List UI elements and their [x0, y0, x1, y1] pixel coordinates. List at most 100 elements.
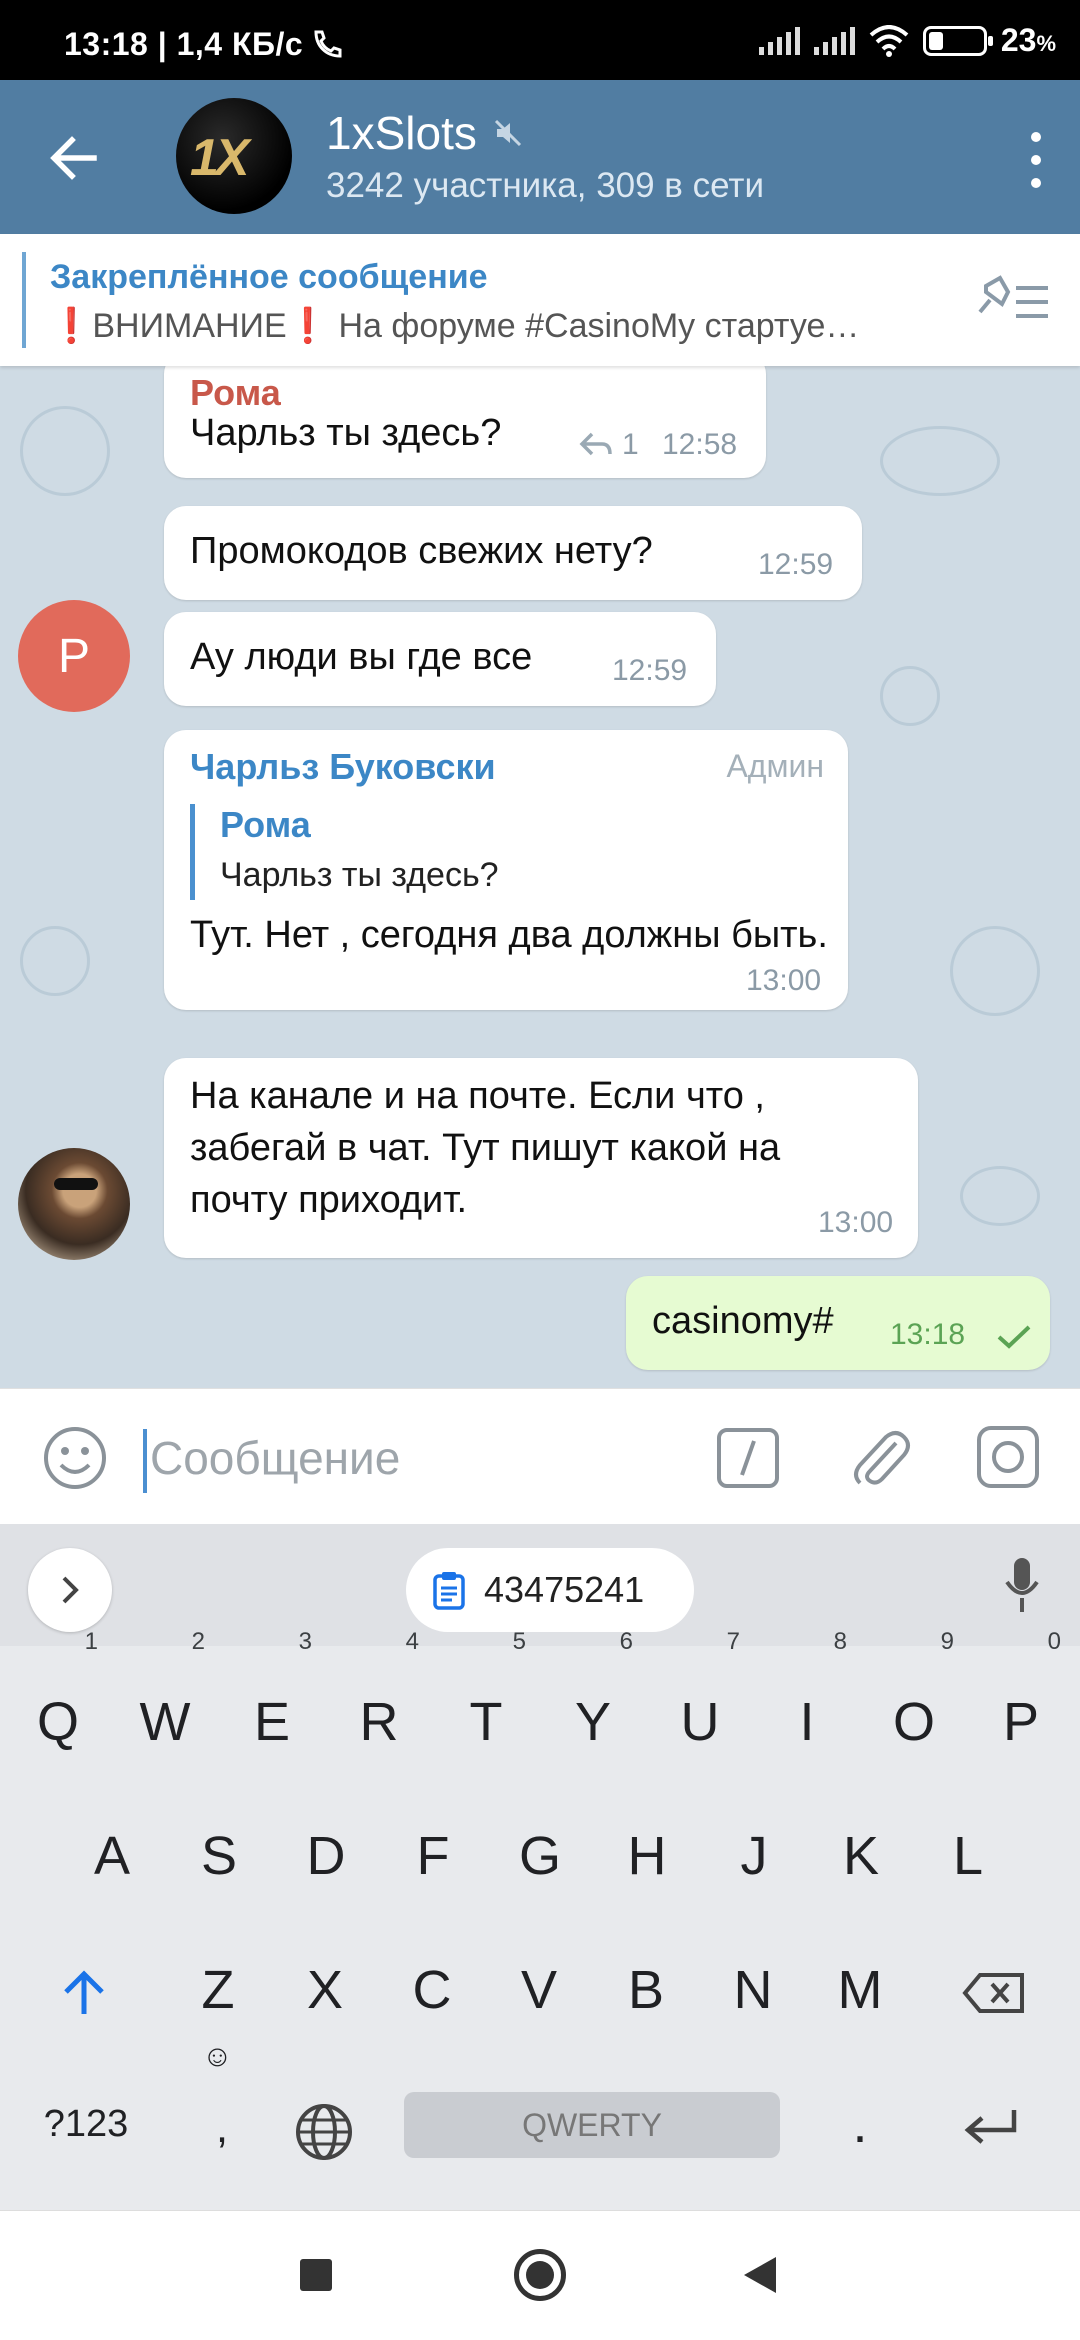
message-text: Чарльз ты здесь?: [190, 412, 502, 454]
system-nav-bar: [0, 2210, 1080, 2340]
bot-commands-icon[interactable]: [716, 1427, 780, 1489]
keyboard-row-3: ZXCVBNM: [0, 1930, 1080, 2050]
battery-icon: [922, 25, 993, 56]
symbols-key[interactable]: ?123: [36, 2064, 136, 2184]
quoted-sender: Рома: [220, 804, 311, 845]
globe-icon[interactable]: [294, 2102, 354, 2162]
signal-icon-2: [813, 26, 855, 55]
space-bar[interactable]: QWERTY: [404, 2092, 780, 2158]
clipboard-suggestion-chip[interactable]: 43475241: [406, 1548, 694, 1632]
group-avatar-text: 1X: [190, 129, 250, 187]
background-doodle: [20, 926, 90, 996]
key-c[interactable]: C: [382, 1930, 482, 2050]
background-doodle: [20, 406, 110, 496]
key-o[interactable]: O9: [864, 1628, 964, 1782]
emoji-comma-key[interactable]: ☺ ,: [172, 2040, 272, 2184]
keyboard-row-4: ?123 ☺ , QWERTY .: [0, 2040, 1080, 2184]
message-bubble[interactable]: Рома Чарльз ты здесь? 1 12:58: [164, 366, 766, 478]
key-b[interactable]: B: [596, 1930, 696, 2050]
quote-bar: [190, 804, 195, 900]
muted-speaker-icon: [494, 119, 521, 147]
keyboard: 43475241 Q1W2E3R4T5Y6U7I8O9P0 ASDFGHJKL …: [0, 1524, 1080, 2210]
message-time: 12:59: [758, 548, 834, 581]
pinned-title: Закреплённое сообщение: [50, 258, 488, 296]
key-i[interactable]: I8: [757, 1628, 857, 1782]
key-h[interactable]: H: [597, 1796, 697, 1916]
key-t[interactable]: T5: [436, 1628, 536, 1782]
quoted-text: Чарльз ты здесь?: [220, 856, 499, 894]
recents-button[interactable]: [300, 2259, 332, 2291]
attach-icon[interactable]: [850, 1425, 912, 1491]
key-label: I: [799, 1692, 815, 1752]
key-j[interactable]: J: [704, 1796, 804, 1916]
more-menu-icon[interactable]: [1028, 132, 1044, 188]
key-label: W: [139, 1692, 191, 1752]
key-number-hint: 8: [833, 1628, 847, 1655]
key-number-hint: 7: [726, 1628, 740, 1655]
backspace-icon[interactable]: [962, 1972, 1026, 2014]
key-x[interactable]: X: [275, 1930, 375, 2050]
chat-title-row[interactable]: 1xSlots: [326, 106, 523, 160]
message-text: casinomy#: [652, 1300, 834, 1342]
sender-avatar[interactable]: [18, 1148, 130, 1260]
pinned-message-bar[interactable]: Закреплённое сообщение ❗ВНИМАНИЕ❗ На фор…: [0, 234, 1080, 366]
home-button[interactable]: [514, 2249, 566, 2301]
key-w[interactable]: W2: [115, 1628, 215, 1782]
key-f[interactable]: F: [383, 1796, 483, 1916]
small-emoji-icon: ☺: [202, 2040, 233, 2073]
back-arrow-icon[interactable]: [44, 128, 104, 188]
key-l[interactable]: L: [918, 1796, 1018, 1916]
key-a[interactable]: A: [62, 1796, 162, 1916]
message-list[interactable]: Рома Чарльз ты здесь? 1 12:58 Промокодов…: [0, 366, 1080, 1388]
emoji-icon[interactable]: [42, 1425, 108, 1491]
enter-icon[interactable]: [962, 2106, 1020, 2148]
group-avatar[interactable]: 1X: [176, 98, 292, 214]
message-text: На канале и на почте. Если что , забегай…: [190, 1075, 781, 1221]
signal-icon: [758, 26, 800, 55]
key-u[interactable]: U7: [650, 1628, 750, 1782]
outgoing-message-bubble[interactable]: casinomy# 13:18: [626, 1276, 1050, 1370]
key-label: Y: [574, 1692, 612, 1752]
pin-list-icon[interactable]: [978, 272, 1052, 328]
key-number-hint: 0: [1047, 1628, 1061, 1655]
key-r[interactable]: R4: [329, 1628, 429, 1782]
message-bubble[interactable]: Ау люди вы где все 12:59: [164, 612, 716, 706]
key-label: E: [253, 1692, 291, 1752]
pinned-text: ❗ВНИМАНИЕ❗ На форуме #CasinoMy стартуе…: [50, 307, 860, 345]
key-e[interactable]: E3: [222, 1628, 322, 1782]
message-bubble[interactable]: Промокодов свежих нету? 12:59: [164, 506, 862, 600]
key-q[interactable]: Q1: [8, 1628, 108, 1782]
call-forward-icon: [314, 30, 342, 58]
key-p[interactable]: P0: [971, 1628, 1071, 1782]
expand-toolbar-button[interactable]: [28, 1548, 112, 1632]
key-z[interactable]: Z: [168, 1930, 268, 2050]
read-check-icon: [997, 1325, 1031, 1349]
key-number-hint: 2: [191, 1628, 205, 1655]
key-s[interactable]: S: [169, 1796, 269, 1916]
key-y[interactable]: Y6: [543, 1628, 643, 1782]
message-sender: Чарльз Буковски: [190, 746, 496, 787]
sender-avatar[interactable]: Р: [18, 600, 130, 712]
camera-icon[interactable]: [976, 1425, 1040, 1489]
key-m[interactable]: M: [810, 1930, 910, 2050]
reply-count: 1: [622, 428, 639, 461]
status-time: 13:18 | 1,4 КБ/с: [64, 26, 304, 62]
period-key[interactable]: .: [810, 2064, 910, 2184]
wifi-icon: [869, 24, 909, 57]
message-bubble[interactable]: На канале и на почте. Если что , забегай…: [164, 1058, 918, 1258]
key-g[interactable]: G: [490, 1796, 590, 1916]
key-d[interactable]: D: [276, 1796, 376, 1916]
chat-header: 1X 1xSlots 3242 участника, 309 в сети: [0, 80, 1080, 234]
key-number-hint: 9: [940, 1628, 954, 1655]
key-v[interactable]: V: [489, 1930, 589, 2050]
comma-key-label: ,: [215, 2103, 229, 2152]
back-triangle-icon[interactable]: [742, 2255, 778, 2295]
microphone-icon[interactable]: [1004, 1556, 1040, 1614]
chat-subtitle: 3242 участника, 309 в сети: [326, 166, 765, 205]
key-n[interactable]: N: [703, 1930, 803, 2050]
message-input[interactable]: Сообщение: [150, 1431, 400, 1485]
shift-icon[interactable]: [62, 1970, 106, 2018]
key-k[interactable]: K: [811, 1796, 911, 1916]
message-bubble[interactable]: Чарльз Буковски Админ Рома Чарльз ты зде…: [164, 730, 848, 1010]
message-text: Ау люди вы где все: [190, 636, 533, 678]
